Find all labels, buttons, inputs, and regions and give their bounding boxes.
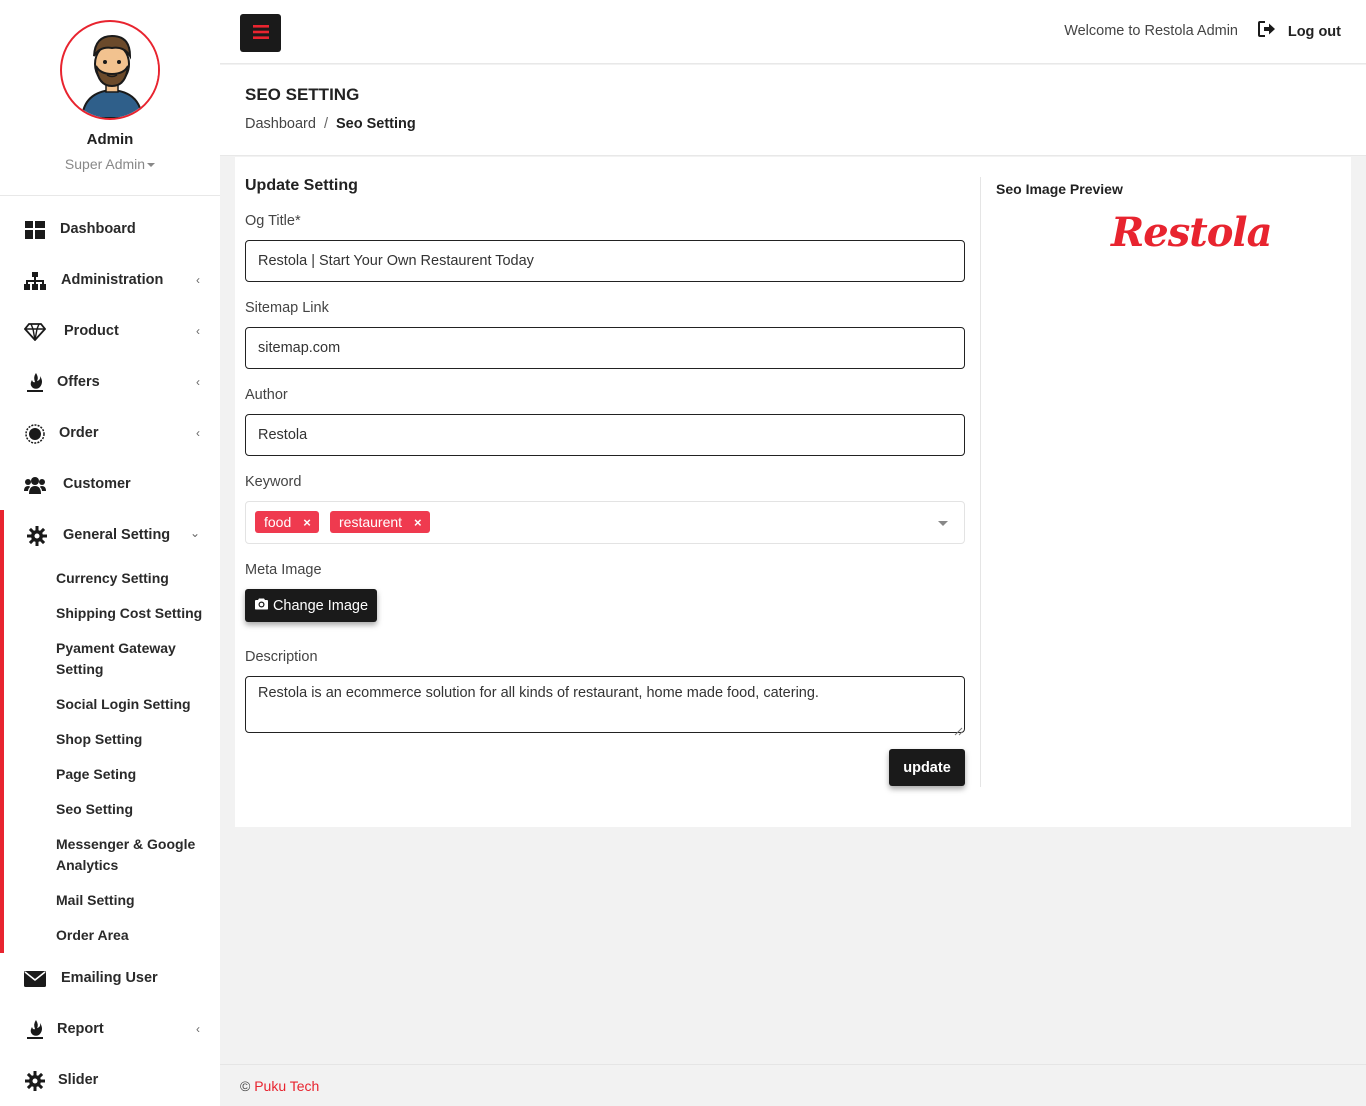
fire-icon <box>24 1020 46 1040</box>
sidebar-item-offers[interactable]: Offers ‹ <box>0 363 220 403</box>
og-title-input[interactable] <box>245 240 965 282</box>
page-title: SEO SETTING <box>245 85 360 104</box>
keyword-select[interactable]: food × restaurent × <box>245 501 965 544</box>
sidebar-item-label: Customer <box>63 476 131 492</box>
submenu-item-currency-setting[interactable]: Currency Setting <box>56 568 206 589</box>
chevron-left-icon: ‹ <box>196 273 200 287</box>
keyword-label: Keyword <box>245 474 302 490</box>
sidebar-item-emailing-user[interactable]: Emailing User <box>0 959 220 999</box>
profile-role-dropdown[interactable]: Super Admin <box>0 156 220 172</box>
update-button[interactable]: update <box>889 749 965 786</box>
avatar[interactable] <box>60 20 160 120</box>
sidebar-item-order[interactable]: Order ‹ <box>0 414 220 454</box>
profile-section: Admin Super Admin <box>0 0 220 196</box>
submenu-item-shipping-cost-setting[interactable]: Shipping Cost Setting <box>56 603 206 624</box>
dashboard-icon <box>24 220 46 240</box>
seo-settings-card: Update Setting Og Title* Sitemap Link Au… <box>235 157 1351 827</box>
sidebar-item-slider[interactable]: Slider <box>0 1061 220 1101</box>
author-input[interactable] <box>245 414 965 456</box>
gear-icon <box>26 526 48 546</box>
welcome-text: Welcome to Restola Admin <box>1064 23 1238 39</box>
sidebar-item-label: Administration <box>61 272 164 288</box>
active-indicator <box>0 510 4 953</box>
change-image-button[interactable]: Change Image <box>245 589 377 622</box>
restola-logo: Restola <box>1111 209 1272 256</box>
breadcrumb: Dashboard / Seo Setting <box>245 116 416 132</box>
submenu-item-page-setting[interactable]: Page Seting <box>56 764 206 785</box>
sidebar: Admin Super Admin Dashboard Administrati… <box>0 0 220 1106</box>
breadcrumb-current: Seo Setting <box>335 116 416 132</box>
column-divider <box>980 177 981 787</box>
keyword-tag-label: food <box>264 514 292 530</box>
footer-text: © Puku Tech <box>240 1078 319 1094</box>
profile-role: Super Admin <box>64 156 146 172</box>
diamond-icon <box>24 322 46 342</box>
author-label: Author <box>245 387 288 403</box>
chevron-left-icon: ‹ <box>196 375 200 389</box>
submenu-item-order-area[interactable]: Order Area <box>56 925 206 946</box>
sidebar-item-customer[interactable]: Customer <box>0 465 220 505</box>
sidebar-item-administration[interactable]: Administration ‹ <box>0 261 220 301</box>
copyright-symbol: © <box>240 1078 251 1094</box>
description-textarea[interactable]: Restola is an ecommerce solution for all… <box>245 676 965 733</box>
sidebar-item-label: Emailing User <box>61 970 158 986</box>
sidebar-item-label: Dashboard <box>60 221 136 237</box>
submenu-item-messenger-google-analytics[interactable]: Messenger & Google Analytics <box>56 834 196 876</box>
breadcrumb-dashboard-link[interactable]: Dashboard <box>245 116 316 132</box>
submenu-item-payment-gateway-setting[interactable]: Pyament Gateway Setting <box>56 638 186 680</box>
chevron-left-icon: ‹ <box>196 324 200 338</box>
sidebar-item-general-setting[interactable]: General Setting ⌄ <box>0 516 220 556</box>
sidebar-item-label: Report <box>57 1021 104 1037</box>
sitemap-icon <box>24 271 46 291</box>
submenu-item-seo-setting[interactable]: Seo Setting <box>56 799 206 820</box>
preview-title: Seo Image Preview <box>996 181 1123 197</box>
profile-name: Admin <box>86 131 134 148</box>
sidebar-item-product[interactable]: Product ‹ <box>0 312 220 352</box>
og-title-label: Og Title* <box>245 213 301 229</box>
envelope-icon <box>24 969 46 989</box>
submenu-item-mail-setting[interactable]: Mail Setting <box>56 890 206 911</box>
hamburger-icon <box>252 24 269 42</box>
camera-icon <box>254 598 269 614</box>
users-icon <box>24 475 46 495</box>
sidebar-item-label: Product <box>64 323 119 339</box>
submenu-item-social-login-setting[interactable]: Social Login Setting <box>56 694 206 715</box>
fire-icon <box>24 373 46 393</box>
dropdown-arrow-icon[interactable] <box>938 521 948 526</box>
breadcrumb-separator: / <box>323 116 328 132</box>
sidebar-item-label: Slider <box>58 1072 99 1088</box>
footer: © Puku Tech <box>220 1064 1366 1106</box>
tag-remove-icon[interactable]: × <box>303 515 311 530</box>
meta-image-label: Meta Image <box>245 562 322 578</box>
submenu-item-shop-setting[interactable]: Shop Setting <box>56 729 206 750</box>
sidebar-item-report[interactable]: Report ‹ <box>0 1010 220 1050</box>
caret-down-icon <box>147 163 156 168</box>
chevron-down-icon: ⌄ <box>189 526 200 540</box>
change-image-label: Change Image <box>272 597 369 614</box>
sitemap-label: Sitemap Link <box>245 300 329 316</box>
resize-handle-icon[interactable] <box>954 723 963 736</box>
tag-remove-icon[interactable]: × <box>414 515 422 530</box>
sitemap-input[interactable] <box>245 327 965 369</box>
sidebar-item-label: General Setting <box>63 527 171 543</box>
logout-link[interactable]: Log out <box>1288 24 1341 40</box>
sidebar-item-dashboard[interactable]: Dashboard <box>0 210 220 250</box>
keyword-tag: restaurent × <box>330 511 430 533</box>
order-icon <box>24 424 46 444</box>
topbar: Welcome to Restola Admin Log out <box>220 0 1366 64</box>
description-label: Description <box>245 649 318 665</box>
sign-out-icon[interactable] <box>1258 21 1276 40</box>
company-link[interactable]: Puku Tech <box>254 1078 319 1094</box>
form-heading: Update Setting <box>245 177 358 194</box>
chevron-left-icon: ‹ <box>196 426 200 440</box>
keyword-tag: food × <box>255 511 319 533</box>
page-header: SEO SETTING Dashboard / Seo Setting <box>220 65 1366 156</box>
sidebar-item-label: Order <box>59 425 99 441</box>
chevron-left-icon: ‹ <box>196 1022 200 1036</box>
sidebar-item-label: Offers <box>57 374 100 390</box>
gear-icon <box>24 1071 46 1091</box>
keyword-tag-label: restaurent <box>339 514 403 530</box>
menu-toggle-button[interactable] <box>240 14 281 52</box>
